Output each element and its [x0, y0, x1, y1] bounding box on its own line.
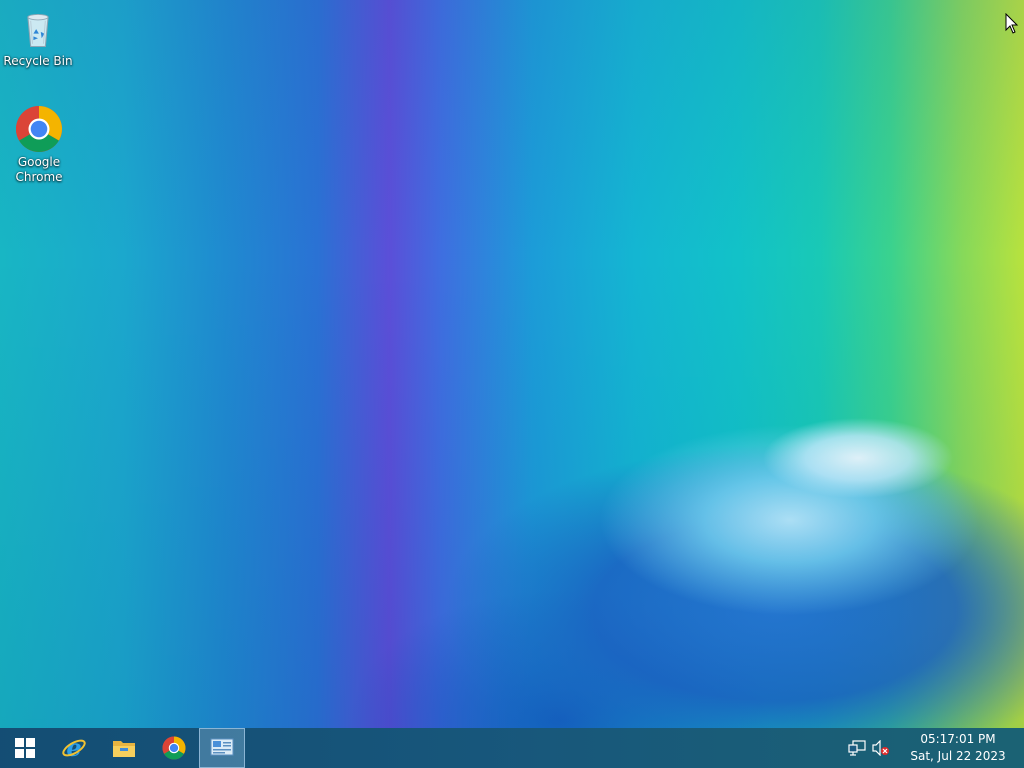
- taskbar: e 05:17:01 PM Sat, Jul 22 2023: [0, 728, 1024, 768]
- desktop-icon-label: Google Chrome: [15, 155, 63, 184]
- taskbar-chrome[interactable]: [151, 728, 197, 768]
- desktop-icon-recycle-bin[interactable]: Recycle Bin: [0, 8, 76, 69]
- chrome-icon: [162, 736, 186, 760]
- windows-start-icon: [15, 738, 35, 758]
- desktop-icon-label: Recycle Bin: [3, 54, 73, 68]
- chrome-icon: [16, 106, 62, 152]
- svg-text:e: e: [66, 735, 81, 761]
- taskbar-file-explorer[interactable]: [101, 728, 147, 768]
- start-button[interactable]: [2, 728, 48, 768]
- desktop-wallpaper[interactable]: Recycle Bin Google Chrome: [0, 0, 1024, 728]
- recycle-bin-icon: [27, 13, 49, 48]
- system-clock[interactable]: 05:17:01 PM Sat, Jul 22 2023: [910, 731, 1006, 765]
- clock-date: Sat, Jul 22 2023: [910, 749, 1006, 763]
- volume-muted-icon[interactable]: [872, 740, 890, 756]
- clock-time: 05:17:01 PM: [920, 732, 996, 746]
- taskbar-internet-explorer[interactable]: e: [51, 728, 97, 768]
- mouse-cursor-icon: [1005, 13, 1019, 34]
- taskbar-control-panel[interactable]: [199, 728, 245, 768]
- file-explorer-icon: [113, 741, 135, 757]
- network-icon[interactable]: [848, 740, 866, 756]
- desktop-icon-google-chrome[interactable]: Google Chrome: [1, 105, 77, 185]
- internet-explorer-icon: e: [62, 735, 86, 761]
- control-panel-icon: [210, 738, 234, 756]
